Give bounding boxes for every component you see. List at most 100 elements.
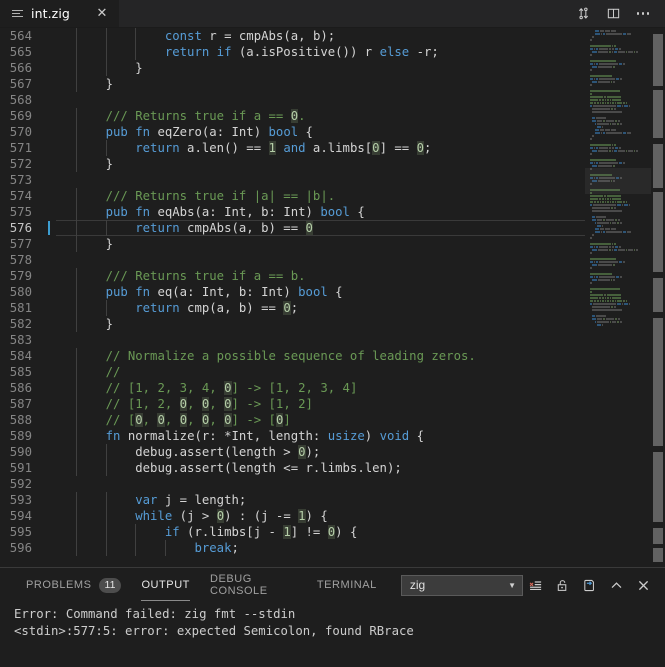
- fold-gutter[interactable]: [56, 396, 72, 412]
- fold-gutter[interactable]: [56, 156, 72, 172]
- scrollbar-thumb-segment[interactable]: [653, 452, 663, 522]
- clear-output-icon[interactable]: [523, 573, 547, 597]
- code-line[interactable]: 583: [0, 332, 585, 348]
- fold-gutter[interactable]: [56, 412, 72, 428]
- code-line[interactable]: 584 // Normalize a possible sequence of …: [0, 348, 585, 364]
- code-line[interactable]: 576 return cmpAbs(a, b) == 0: [0, 220, 585, 236]
- fold-gutter[interactable]: [56, 60, 72, 76]
- code-line[interactable]: 574 /// Returns true if |a| == |b|.: [0, 188, 585, 204]
- fold-gutter[interactable]: [56, 380, 72, 396]
- fold-gutter[interactable]: [56, 348, 72, 364]
- code-line[interactable]: 586 // [1, 2, 3, 4, 0] -> [1, 2, 3, 4]: [0, 380, 585, 396]
- panel-tab-terminal[interactable]: TERMINAL: [307, 568, 387, 602]
- editor-tab-int-zig[interactable]: int.zig ✕: [0, 0, 120, 27]
- fold-gutter[interactable]: [56, 476, 72, 492]
- code-line[interactable]: 587 // [1, 2, 0, 0, 0] -> [1, 2]: [0, 396, 585, 412]
- fold-gutter[interactable]: [56, 332, 72, 348]
- source-control-sync-icon[interactable]: [569, 0, 597, 28]
- fold-gutter[interactable]: [56, 460, 72, 476]
- fold-gutter[interactable]: [56, 492, 72, 508]
- fold-gutter[interactable]: [56, 364, 72, 380]
- scrollbar-thumb-segment[interactable]: [653, 318, 663, 446]
- editor-scrollbar[interactable]: [651, 28, 665, 567]
- open-in-editor-icon[interactable]: [577, 573, 601, 597]
- code-line[interactable]: 567 }: [0, 76, 585, 92]
- output-channel-select[interactable]: zig ▼: [400, 574, 523, 596]
- fold-gutter[interactable]: [56, 236, 72, 252]
- code-surface[interactable]: 564 const r = cmpAbs(a, b); 565 return if…: [0, 28, 585, 567]
- code-line[interactable]: 564 const r = cmpAbs(a, b);: [0, 28, 585, 44]
- code-line[interactable]: 572 }: [0, 156, 585, 172]
- code-line[interactable]: 591 debug.assert(length <= r.limbs.len);: [0, 460, 585, 476]
- fold-gutter[interactable]: [56, 220, 72, 236]
- code-line[interactable]: 589 fn normalize(r: *Int, length: usize)…: [0, 428, 585, 444]
- more-actions-icon[interactable]: [629, 0, 657, 28]
- fold-gutter[interactable]: [56, 108, 72, 124]
- code-line[interactable]: 565 return if (a.isPositive()) r else -r…: [0, 44, 585, 60]
- fold-gutter[interactable]: [56, 540, 72, 556]
- fold-gutter[interactable]: [56, 316, 72, 332]
- fold-gutter[interactable]: [56, 124, 72, 140]
- split-editor-icon[interactable]: [599, 0, 627, 28]
- fold-gutter[interactable]: [56, 508, 72, 524]
- code-token: cmpAbs: [238, 29, 284, 43]
- code-line[interactable]: 594 while (j > 0) : (j -= 1) {: [0, 508, 585, 524]
- fold-gutter[interactable]: [56, 268, 72, 284]
- fold-gutter[interactable]: [56, 300, 72, 316]
- code-line[interactable]: 581 return cmp(a, b) == 0;: [0, 300, 585, 316]
- scrollbar-thumb-segment[interactable]: [653, 34, 663, 86]
- fold-gutter[interactable]: [56, 76, 72, 92]
- fold-gutter[interactable]: [56, 44, 72, 60]
- code-line[interactable]: 595 if (r.limbs[j - 1] != 0) {: [0, 524, 585, 540]
- fold-gutter[interactable]: [56, 444, 72, 460]
- lock-scroll-icon[interactable]: [550, 573, 574, 597]
- code-line[interactable]: 571 return a.len() == 1 and a.limbs[0] =…: [0, 140, 585, 156]
- code-line[interactable]: 588 // [0, 0, 0, 0, 0] -> [0]: [0, 412, 585, 428]
- fold-gutter[interactable]: [56, 188, 72, 204]
- panel-tab-output[interactable]: OUTPUT: [131, 568, 200, 602]
- fold-gutter[interactable]: [56, 252, 72, 268]
- fold-gutter[interactable]: [56, 140, 72, 156]
- fold-gutter[interactable]: [56, 204, 72, 220]
- code-line[interactable]: 580 pub fn eq(a: Int, b: Int) bool {: [0, 284, 585, 300]
- code-line[interactable]: 577 }: [0, 236, 585, 252]
- code-line[interactable]: 596 break;: [0, 540, 585, 556]
- code-line[interactable]: 590 debug.assert(length > 0);: [0, 444, 585, 460]
- code-text: }: [72, 156, 585, 172]
- scrollbar-thumb-segment[interactable]: [653, 528, 663, 544]
- output-scrollbar[interactable]: [655, 602, 665, 667]
- code-line[interactable]: 592: [0, 476, 585, 492]
- code-line[interactable]: 582 }: [0, 316, 585, 332]
- minimap-slider[interactable]: [585, 168, 651, 194]
- code-line[interactable]: 585 //: [0, 364, 585, 380]
- output-content[interactable]: Error: Command failed: zig fmt --stdin <…: [0, 602, 665, 667]
- scrollbar-thumb-segment[interactable]: [653, 192, 663, 272]
- scrollbar-thumb-segment[interactable]: [653, 144, 663, 188]
- scrollbar-thumb-segment[interactable]: [653, 90, 663, 138]
- fold-gutter[interactable]: [56, 524, 72, 540]
- code-line[interactable]: 569 /// Returns true if a == 0.: [0, 108, 585, 124]
- code-line[interactable]: 573: [0, 172, 585, 188]
- fold-gutter[interactable]: [56, 428, 72, 444]
- panel-tab-problems[interactable]: PROBLEMS 11: [16, 568, 131, 602]
- minimap[interactable]: [585, 28, 651, 567]
- code-line[interactable]: 568: [0, 92, 585, 108]
- minimap-line: [592, 249, 647, 251]
- close-panel-icon[interactable]: [631, 573, 655, 597]
- code-line[interactable]: 579 /// Returns true if a == b.: [0, 268, 585, 284]
- scrollbar-thumb-segment[interactable]: [653, 548, 663, 562]
- panel-tab-debug-console[interactable]: DEBUG CONSOLE: [200, 568, 307, 602]
- code-line[interactable]: 578: [0, 252, 585, 268]
- code-token: 0: [216, 509, 225, 523]
- code-line[interactable]: 570 pub fn eqZero(a: Int) bool {: [0, 124, 585, 140]
- fold-gutter[interactable]: [56, 92, 72, 108]
- close-icon[interactable]: ✕: [94, 6, 110, 22]
- fold-gutter[interactable]: [56, 172, 72, 188]
- code-line[interactable]: 593 var j = length;: [0, 492, 585, 508]
- scrollbar-thumb-segment[interactable]: [653, 278, 663, 312]
- code-line[interactable]: 566 }: [0, 60, 585, 76]
- chevron-up-icon[interactable]: [604, 573, 628, 597]
- fold-gutter[interactable]: [56, 28, 72, 44]
- code-line[interactable]: 575 pub fn eqAbs(a: Int, b: Int) bool {: [0, 204, 585, 220]
- fold-gutter[interactable]: [56, 284, 72, 300]
